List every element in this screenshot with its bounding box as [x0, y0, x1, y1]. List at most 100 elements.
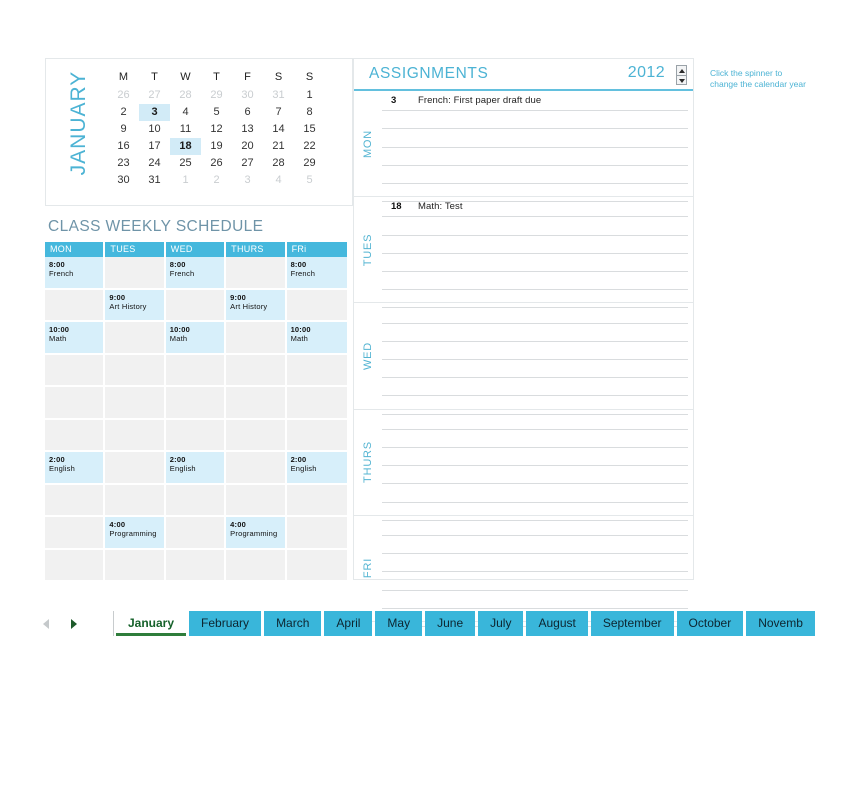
schedule-empty-cell[interactable]	[105, 322, 166, 355]
schedule-class-cell[interactable]: 9:00 Art History	[105, 289, 166, 322]
calendar-day[interactable]: 31	[139, 172, 170, 189]
calendar-day[interactable]: 9	[108, 121, 139, 138]
year-spinner-down-button[interactable]	[677, 76, 686, 85]
schedule-empty-cell[interactable]	[226, 549, 287, 582]
assignment-line[interactable]: 3 French: First paper draft due	[382, 93, 688, 112]
schedule-empty-cell[interactable]	[105, 452, 166, 485]
next-sheet-icon[interactable]	[71, 619, 77, 629]
calendar-day[interactable]: 3	[232, 172, 263, 189]
calendar-day-highlighted[interactable]: 3	[139, 104, 170, 121]
calendar-day[interactable]: 31	[263, 87, 294, 104]
schedule-empty-cell[interactable]	[105, 549, 166, 582]
schedule-class-cell[interactable]: 10:00 Math	[45, 322, 106, 355]
calendar-day[interactable]: 16	[108, 138, 139, 155]
schedule-empty-cell[interactable]	[45, 387, 106, 420]
assignment-line[interactable]	[382, 111, 688, 130]
sheet-tab-february[interactable]: February	[189, 611, 262, 636]
assignment-line[interactable]	[382, 166, 688, 184]
schedule-empty-cell[interactable]	[226, 419, 287, 452]
calendar-day[interactable]: 14	[263, 121, 294, 138]
calendar-day[interactable]: 20	[232, 138, 263, 155]
schedule-empty-cell[interactable]	[286, 549, 347, 582]
schedule-empty-cell[interactable]	[286, 289, 347, 322]
assignment-line[interactable]	[382, 430, 688, 448]
assignment-line[interactable]	[382, 484, 688, 503]
sheet-tab-novemb[interactable]: Novemb	[746, 611, 815, 636]
calendar-day[interactable]: 29	[201, 87, 232, 104]
calendar-day[interactable]: 17	[139, 138, 170, 155]
sheet-tab-august[interactable]: August	[526, 611, 588, 636]
calendar-day[interactable]: 1	[294, 87, 325, 104]
calendar-day[interactable]: 28	[263, 155, 294, 172]
calendar-day[interactable]: 29	[294, 155, 325, 172]
schedule-empty-cell[interactable]	[165, 484, 227, 517]
sheet-tab-march[interactable]: March	[264, 611, 322, 636]
calendar-day[interactable]: 28	[170, 87, 201, 104]
schedule-empty-cell[interactable]	[45, 484, 106, 517]
assignment-line[interactable]	[382, 378, 688, 397]
schedule-empty-cell[interactable]	[165, 549, 227, 582]
calendar-day[interactable]: 1	[170, 172, 201, 189]
schedule-class-cell[interactable]: 4:00 Programming	[105, 517, 166, 550]
schedule-empty-cell[interactable]	[45, 517, 106, 550]
schedule-empty-cell[interactable]	[286, 387, 347, 420]
assignment-line[interactable]	[382, 448, 688, 467]
calendar-day[interactable]: 21	[263, 138, 294, 155]
schedule-empty-cell[interactable]	[286, 517, 347, 550]
calendar-day[interactable]: 25	[170, 155, 201, 172]
year-spinner-up-button[interactable]	[677, 66, 686, 76]
schedule-empty-cell[interactable]	[45, 354, 106, 387]
schedule-class-cell[interactable]: 8:00 French	[45, 257, 106, 290]
schedule-empty-cell[interactable]	[105, 419, 166, 452]
schedule-empty-cell[interactable]	[286, 484, 347, 517]
assignment-line[interactable]	[382, 129, 688, 148]
calendar-day[interactable]: 22	[294, 138, 325, 155]
sheet-tab-january[interactable]: January	[116, 611, 187, 636]
assignment-line[interactable]	[382, 554, 688, 573]
calendar-day[interactable]: 30	[232, 87, 263, 104]
schedule-empty-cell[interactable]	[45, 289, 106, 322]
previous-sheet-icon[interactable]	[43, 619, 49, 629]
schedule-empty-cell[interactable]	[105, 257, 166, 290]
assignment-line[interactable]	[382, 536, 688, 555]
schedule-class-cell[interactable]: 4:00 Programming	[226, 517, 287, 550]
schedule-empty-cell[interactable]	[45, 419, 106, 452]
assignment-line[interactable]: 18 Math: Test	[382, 199, 688, 218]
calendar-day[interactable]: 7	[263, 104, 294, 121]
calendar-day[interactable]: 13	[232, 121, 263, 138]
assignment-line[interactable]	[382, 518, 688, 536]
assignment-line[interactable]	[382, 236, 688, 254]
assignment-line[interactable]	[382, 254, 688, 272]
schedule-empty-cell[interactable]	[226, 257, 287, 290]
assignment-line[interactable]	[382, 360, 688, 379]
schedule-class-cell[interactable]: 8:00 French	[286, 257, 347, 290]
sheet-tab-june[interactable]: June	[425, 611, 476, 636]
schedule-class-cell[interactable]: 2:00 English	[45, 452, 106, 485]
assignment-line[interactable]	[382, 591, 688, 609]
calendar-day[interactable]: 11	[170, 121, 201, 138]
schedule-empty-cell[interactable]	[286, 419, 347, 452]
schedule-class-cell[interactable]: 10:00 Math	[286, 322, 347, 355]
assignment-line[interactable]	[382, 466, 688, 485]
sheet-tab-may[interactable]: May	[375, 611, 423, 636]
schedule-empty-cell[interactable]	[105, 484, 166, 517]
assignment-line[interactable]	[382, 148, 688, 166]
schedule-empty-cell[interactable]	[165, 289, 227, 322]
schedule-empty-cell[interactable]	[226, 387, 287, 420]
schedule-class-cell[interactable]: 10:00 Math	[165, 322, 227, 355]
schedule-empty-cell[interactable]	[165, 354, 227, 387]
calendar-day[interactable]: 2	[201, 172, 232, 189]
calendar-day[interactable]: 27	[232, 155, 263, 172]
calendar-day[interactable]: 12	[201, 121, 232, 138]
calendar-day[interactable]: 19	[201, 138, 232, 155]
schedule-class-cell[interactable]: 2:00 English	[286, 452, 347, 485]
year-spinner[interactable]	[676, 65, 687, 85]
schedule-class-cell[interactable]: 2:00 English	[165, 452, 227, 485]
calendar-day[interactable]: 2	[108, 104, 139, 121]
assignment-line[interactable]	[382, 572, 688, 591]
assignment-line[interactable]	[382, 217, 688, 236]
calendar-day[interactable]: 23	[108, 155, 139, 172]
calendar-day[interactable]: 26	[108, 87, 139, 104]
assignment-line[interactable]	[382, 305, 688, 324]
calendar-day[interactable]: 10	[139, 121, 170, 138]
